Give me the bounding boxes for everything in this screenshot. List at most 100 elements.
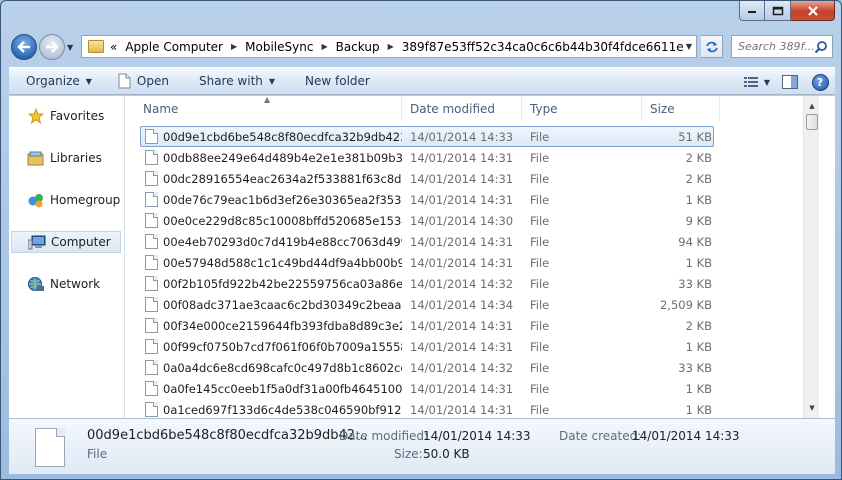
details-file-type: File (87, 447, 108, 461)
table-row[interactable]: 00f34e000ce2159644fb393fdba8d89c3e2f... 1… (140, 315, 714, 336)
recent-pages-dropdown[interactable]: ▼ (67, 43, 73, 52)
scroll-thumb[interactable] (806, 114, 818, 130)
preview-pane-button[interactable] (775, 70, 805, 94)
new-folder-button[interactable]: New folder (296, 69, 379, 93)
scroll-down-icon[interactable]: ▼ (804, 400, 819, 416)
file-icon (145, 360, 158, 375)
file-type: File (530, 297, 550, 312)
nav-item-network[interactable]: Network (11, 273, 121, 295)
file-date-modified: 14/01/2014 14:31 (410, 234, 514, 249)
caption-buttons (739, 1, 835, 21)
table-row[interactable]: 00e57948d588c1c1c49bd44df9a4bb00b9d... 14… (140, 252, 714, 273)
table-row[interactable]: 0a1ced697f133d6c4de538c046590bf912ad... 1… (140, 399, 714, 418)
file-size: 2 KB (685, 171, 712, 186)
file-size: 2 KB (685, 150, 712, 165)
file-icon (145, 381, 158, 396)
file-date-modified: 14/01/2014 14:31 (410, 192, 514, 207)
refresh-icon (705, 41, 718, 52)
file-size: 1 KB (685, 255, 712, 270)
file-icon (145, 402, 158, 417)
search-box[interactable] (731, 35, 833, 58)
table-row[interactable]: 00de76c79eac1b6d3ef26e30365ea2f353b8... 1… (140, 189, 714, 210)
nav-item-computer[interactable]: Computer (11, 231, 121, 253)
help-button[interactable]: ? (805, 70, 835, 94)
file-type: File (530, 276, 550, 291)
change-view-button[interactable]: ▼ (739, 70, 775, 94)
minimize-button[interactable] (739, 1, 765, 21)
breadcrumb-overflow[interactable]: « (110, 40, 117, 54)
table-row[interactable]: 00db88ee249e64d489b4e2e1e381b09b3a2... 14… (140, 147, 714, 168)
table-row[interactable]: 0a0fe145cc0eeb1f5a0df31a00fb4645100b... 1… (140, 378, 714, 399)
details-file-name: 00d9e1cbd6be548c8f80ecdfca32b9db42... (87, 428, 368, 443)
arrow-left-icon (17, 41, 30, 53)
details-date-modified: 14/01/2014 14:33 (423, 429, 531, 443)
new-folder-label: New folder (305, 74, 370, 88)
nav-label: Computer (51, 235, 111, 249)
table-row[interactable]: 00f2b105fd922b42be22559756ca03a86e54... 1… (140, 273, 714, 294)
address-bar[interactable]: « Apple Computer ▶ MobileSync ▶ Backup ▶… (81, 35, 697, 58)
minimize-icon (748, 10, 756, 13)
forward-button[interactable] (39, 34, 65, 60)
column-header-date-modified[interactable]: Date modified (402, 96, 522, 121)
arrow-right-icon (46, 41, 59, 53)
vertical-scrollbar[interactable]: ▲ ▼ (803, 96, 819, 418)
file-icon (145, 297, 158, 312)
share-with-label: Share with (198, 74, 263, 88)
column-headers: ▲ Name Date modified Type Size (126, 96, 819, 121)
chevron-down-icon[interactable]: ▼ (764, 78, 770, 87)
table-row[interactable]: 00e4eb70293d0c7d419b4e88cc7063d499b... 14… (140, 231, 714, 252)
file-icon (145, 129, 158, 144)
file-name: 0a0a4dc6e8cd698cafc0c497d8b1c8602cc... (163, 360, 402, 375)
refresh-button[interactable] (701, 35, 723, 58)
file-size: 1 KB (685, 381, 712, 396)
breadcrumb-separator-icon[interactable]: ▶ (321, 42, 327, 51)
table-row[interactable]: 00d9e1cbd6be548c8f80ecdfca32b9db423... 14… (140, 126, 714, 147)
table-row[interactable]: 00dc28916554eac2634a2f533881f63c8d50... 1… (140, 168, 714, 189)
table-row[interactable]: 0a0a4dc6e8cd698cafc0c497d8b1c8602cc... 14… (140, 357, 714, 378)
nav-item-libraries[interactable]: Libraries (11, 147, 121, 169)
file-size: 51 KB (678, 129, 712, 144)
breadcrumb-backup-folder[interactable]: 389f87e53ff52c34ca0c6c6b44b30f4fdce6611e (402, 40, 684, 54)
star-icon (27, 108, 45, 124)
nav-item-favorites[interactable]: Favorites (11, 105, 121, 127)
details-date-created-label: Date created: (559, 429, 642, 443)
organize-label: Organize (26, 74, 80, 88)
breadcrumb-separator-icon[interactable]: ▶ (388, 42, 394, 51)
column-header-type[interactable]: Type (522, 96, 642, 121)
column-type-label: Type (530, 101, 558, 116)
column-header-name[interactable]: ▲ Name (126, 96, 402, 121)
file-name: 00e0ce229d8c85c10008bffd520685e15348... (163, 213, 402, 228)
folder-icon (88, 40, 104, 53)
table-row[interactable]: 00e0ce229d8c85c10008bffd520685e15348... 1… (140, 210, 714, 231)
table-row[interactable]: 00f99cf0750b7cd7f061f06f0b7009a155588...… (140, 336, 714, 357)
file-date-modified: 14/01/2014 14:32 (410, 360, 514, 375)
details-date-created: 14/01/2014 14:33 (632, 429, 740, 443)
chevron-down-icon: ▼ (268, 76, 276, 86)
maximize-button[interactable] (765, 1, 791, 21)
address-dropdown[interactable]: ▼ (686, 42, 692, 51)
breadcrumb-backup[interactable]: Backup (336, 40, 380, 54)
file-icon (35, 428, 65, 467)
breadcrumb-apple-computer[interactable]: Apple Computer (125, 40, 223, 54)
column-size-label: Size (650, 101, 675, 116)
search-icon[interactable] (814, 40, 828, 54)
scroll-up-icon[interactable]: ▲ (804, 98, 819, 114)
close-button[interactable] (791, 1, 835, 21)
file-type: File (530, 234, 550, 249)
breadcrumb-mobilesync[interactable]: MobileSync (245, 40, 313, 54)
nav-item-homegroup[interactable]: Homegroup (11, 189, 121, 211)
file-type: File (530, 255, 550, 270)
file-icon (145, 171, 158, 186)
open-button[interactable]: Open (109, 69, 178, 93)
file-date-modified: 14/01/2014 14:33 (410, 129, 514, 144)
share-with-button[interactable]: Share with ▼ (190, 69, 284, 93)
breadcrumb-separator-icon[interactable]: ▶ (231, 42, 237, 51)
table-row[interactable]: 00f08adc371ae3caac6c2bd30349c2beaabf... 1… (140, 294, 714, 315)
search-input[interactable] (738, 40, 818, 53)
open-label: Open (136, 74, 169, 88)
column-header-size[interactable]: Size (642, 96, 720, 121)
back-button[interactable] (11, 34, 37, 60)
organize-button[interactable]: Organize ▼ (9, 69, 101, 93)
chevron-down-icon: ▼ (85, 76, 92, 86)
file-size: 33 KB (678, 276, 712, 291)
